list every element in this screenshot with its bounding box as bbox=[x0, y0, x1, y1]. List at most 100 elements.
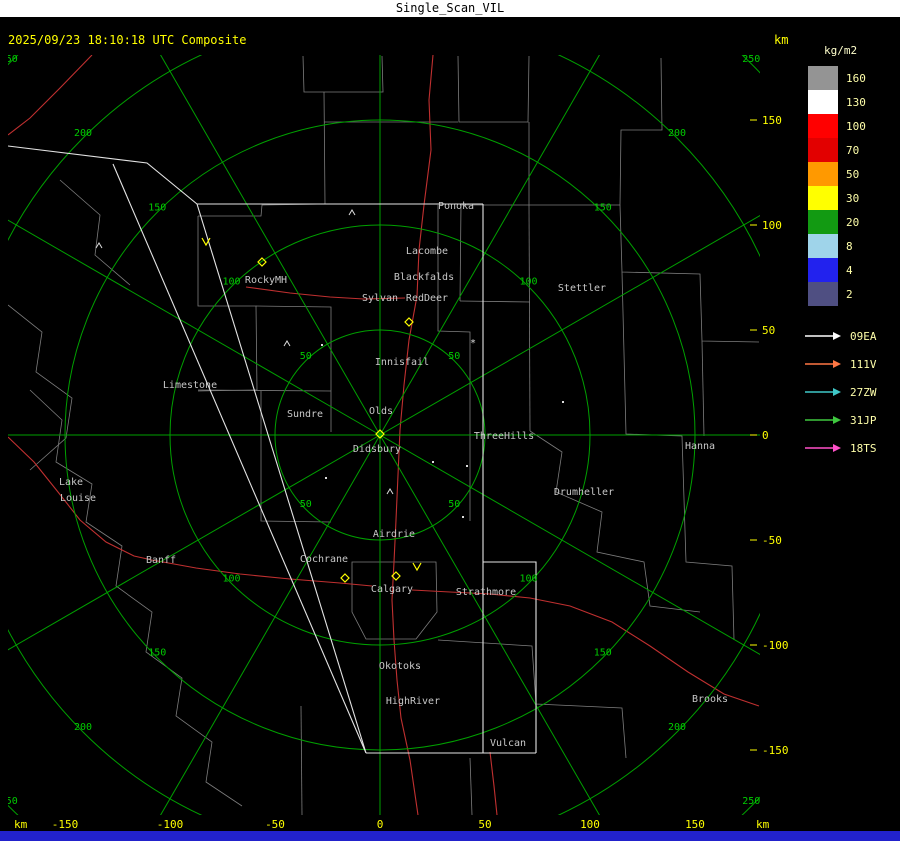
range-label: 150 bbox=[148, 648, 166, 659]
scale-value: 70 bbox=[846, 143, 860, 157]
range-label: 100 bbox=[222, 573, 240, 584]
radar-id-label: 111V bbox=[850, 357, 877, 371]
radar-arrow-icon bbox=[805, 416, 841, 424]
city-label: Stettler bbox=[558, 283, 606, 294]
point-marker-caret bbox=[283, 340, 291, 347]
point-marker-caret bbox=[386, 488, 394, 495]
city-label: Cochrane bbox=[300, 554, 348, 565]
scale-entry: 2 bbox=[800, 282, 900, 306]
city-label: Banff bbox=[146, 555, 176, 566]
radar-legend-entry: 18TS bbox=[804, 434, 900, 462]
bottom-axis-label: 150 bbox=[685, 818, 705, 831]
radar-id-label: 31JP bbox=[850, 413, 877, 427]
point-marker-dot bbox=[432, 461, 434, 463]
scale-list: 160 130 100 70 50 30 20 8 4 2 bbox=[800, 66, 900, 306]
radar-id-label: 09EA bbox=[850, 329, 877, 343]
azimuth-line bbox=[8, 434, 381, 651]
azimuth-line bbox=[379, 434, 760, 655]
county-boundary bbox=[198, 91, 326, 217]
city-label: Lake bbox=[59, 477, 83, 488]
radar-legend-entry: 111V bbox=[804, 350, 900, 378]
radar-id-label: 27ZW bbox=[850, 385, 877, 399]
azimuth-line bbox=[379, 55, 600, 436]
county-boundary bbox=[300, 705, 303, 815]
scale-color-swatch bbox=[808, 186, 838, 210]
range-label: 250 bbox=[742, 796, 760, 807]
scale-entry: 20 bbox=[800, 210, 900, 234]
highway-line bbox=[489, 751, 498, 815]
city-label: Sundre bbox=[287, 409, 323, 420]
scale-color-swatch bbox=[808, 210, 838, 234]
bottom-axis-label: -50 bbox=[265, 818, 285, 831]
azimuth-line bbox=[8, 219, 381, 436]
scale-entry: 130 bbox=[800, 90, 900, 114]
scale-entry: 160 bbox=[800, 66, 900, 90]
radar-map[interactable]: 5010015020025050100150200250501001502002… bbox=[0, 0, 900, 841]
range-label: 150 bbox=[594, 202, 612, 213]
scale-color-swatch bbox=[808, 114, 838, 138]
city-label: Hanna bbox=[685, 441, 715, 452]
scale-color-swatch bbox=[808, 234, 838, 258]
scale-value: 160 bbox=[846, 71, 866, 85]
radar-list: 09EA 111V 27ZW 31JP 18TS bbox=[800, 322, 900, 462]
range-label: 200 bbox=[668, 128, 686, 139]
right-axis-label: 100 bbox=[762, 219, 782, 232]
scale-entry: 50 bbox=[800, 162, 900, 186]
right-axis-label: -100 bbox=[762, 639, 789, 652]
scale-color-swatch bbox=[808, 66, 838, 90]
range-label: 50 bbox=[448, 499, 460, 510]
bottom-axis-label: 50 bbox=[478, 818, 491, 831]
county-boundary bbox=[529, 57, 663, 206]
highway-line bbox=[411, 589, 760, 707]
right-axis-label: -150 bbox=[762, 744, 789, 757]
county-boundary bbox=[59, 179, 131, 286]
range-label: 100 bbox=[222, 277, 240, 288]
city-label: Ponoka bbox=[438, 201, 474, 212]
scale-value: 50 bbox=[846, 167, 860, 181]
county-boundary bbox=[457, 55, 530, 123]
city-label: Didsbury bbox=[353, 444, 401, 455]
right-axis-label: 50 bbox=[762, 324, 775, 337]
city-label: Brooks bbox=[692, 694, 728, 705]
scale-value: 4 bbox=[846, 263, 853, 277]
range-label: 50 bbox=[300, 499, 312, 510]
county-boundary bbox=[528, 204, 531, 432]
scale-entry: 4 bbox=[800, 258, 900, 282]
county-boundary bbox=[8, 304, 73, 471]
city-label: Olds bbox=[369, 406, 393, 417]
scale-units-label: kg/m2 bbox=[824, 44, 858, 57]
scale-entry: 30 bbox=[800, 186, 900, 210]
scan-boundary bbox=[8, 145, 483, 205]
scale-value: 8 bbox=[846, 239, 853, 253]
city-label: Lacombe bbox=[406, 246, 448, 257]
city-label: Airdrie bbox=[373, 529, 415, 540]
radar-arrow-icon bbox=[805, 388, 841, 396]
scale-value: 30 bbox=[846, 191, 860, 205]
scale-color-swatch bbox=[808, 90, 838, 114]
radar-arrow-icon bbox=[805, 444, 841, 452]
scale-entry: 8 bbox=[800, 234, 900, 258]
city-label: Innisfail bbox=[375, 357, 429, 368]
county-boundary bbox=[29, 389, 243, 807]
point-marker-caret bbox=[95, 242, 103, 249]
county-boundary bbox=[619, 204, 760, 343]
radar-id-label: 18TS bbox=[850, 441, 877, 455]
point-marker-dot bbox=[562, 401, 564, 403]
right-axis-label: 0 bbox=[762, 429, 769, 442]
radar-arrow-icon bbox=[805, 332, 841, 340]
range-label: 250 bbox=[0, 796, 18, 807]
city-label: Strathmore bbox=[456, 587, 516, 598]
point-marker-caret bbox=[348, 209, 356, 216]
scale-color-swatch bbox=[808, 162, 838, 186]
range-label: 150 bbox=[594, 648, 612, 659]
range-label: 50 bbox=[448, 351, 460, 362]
radar-legend-entry: 31JP bbox=[804, 406, 900, 434]
bottom-axis-label: -150 bbox=[52, 818, 79, 831]
right-axis-label: -50 bbox=[762, 534, 782, 547]
city-label: Limestone bbox=[163, 380, 217, 391]
range-label: 200 bbox=[668, 722, 686, 733]
azimuth-line bbox=[160, 55, 381, 436]
city-label: RedDeer bbox=[406, 293, 448, 304]
county-boundary bbox=[529, 430, 701, 613]
bottom-axis-label: -100 bbox=[157, 818, 184, 831]
